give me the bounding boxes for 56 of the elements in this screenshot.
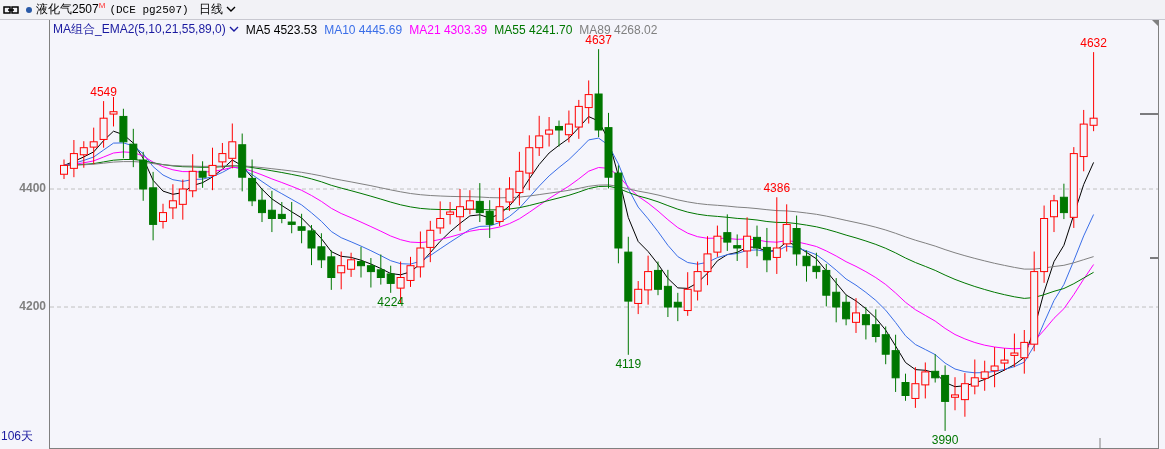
candlestick	[545, 116, 554, 147]
candlestick	[178, 179, 187, 221]
y-axis-label: 4200	[19, 299, 46, 313]
candlestick	[79, 140, 88, 169]
candlestick	[1010, 333, 1019, 368]
high-price-label: 4549	[90, 85, 117, 100]
day-count: 106天	[1, 428, 34, 445]
low-price-label: 3990	[931, 432, 959, 447]
low-price-label: 4119	[615, 356, 642, 371]
candlestick	[238, 133, 247, 192]
moving-average-value: MA5 4523.53	[245, 22, 318, 37]
candlestick	[366, 257, 375, 289]
price-marker	[1139, 113, 1158, 115]
candlestick	[168, 183, 177, 220]
high-price-label: 4632	[1080, 36, 1107, 51]
high-price-label: 4637	[585, 33, 612, 48]
candlestick	[535, 115, 544, 157]
moving-average-value: MA10 4445.69	[324, 22, 403, 37]
high-price-label: 4386	[763, 181, 791, 196]
candlestick	[327, 249, 336, 291]
candlestick	[723, 213, 732, 252]
candlestick	[317, 232, 326, 269]
candlestick	[525, 134, 534, 191]
candlestick	[574, 99, 583, 140]
link-icon[interactable]	[3, 5, 19, 14]
candlestick	[297, 213, 306, 244]
candlestick	[376, 254, 385, 286]
candlestick	[89, 127, 98, 165]
candlestick	[495, 187, 504, 227]
candlestick	[970, 359, 979, 395]
candlestick	[861, 306, 870, 340]
caret-icon	[225, 6, 236, 13]
candlestick	[1079, 109, 1088, 172]
candlestick	[960, 372, 969, 418]
candlestick	[980, 360, 989, 392]
moving-average-value: MA21 4303.39	[409, 22, 488, 37]
caret-icon	[228, 26, 239, 33]
candlestick	[871, 308, 880, 343]
candlestick	[426, 220, 435, 263]
low-price-label: 4224	[377, 294, 405, 309]
price-marker	[1149, 257, 1158, 259]
status-dot-icon	[26, 6, 32, 13]
period-dropdown[interactable]: 日线	[192, 1, 236, 18]
candlestick	[129, 128, 138, 168]
y-axis-label: 4400	[19, 181, 46, 195]
indicator-dropdown[interactable]: MA组合_EMA2(5,10,21,55,89,0)	[53, 21, 239, 38]
candlestick	[921, 361, 930, 399]
candlestick	[485, 199, 494, 239]
candlestick	[693, 261, 702, 301]
candlestick	[564, 110, 573, 143]
candlestick	[248, 159, 257, 207]
symbol-code: (DCE pg2507)	[109, 3, 189, 16]
candlestick	[139, 151, 148, 202]
symbol-name[interactable]: 液化气2507$^{M}$	[36, 1, 106, 18]
candlestick	[307, 224, 316, 266]
moving-average-value: MA55 4241.70	[494, 22, 573, 37]
